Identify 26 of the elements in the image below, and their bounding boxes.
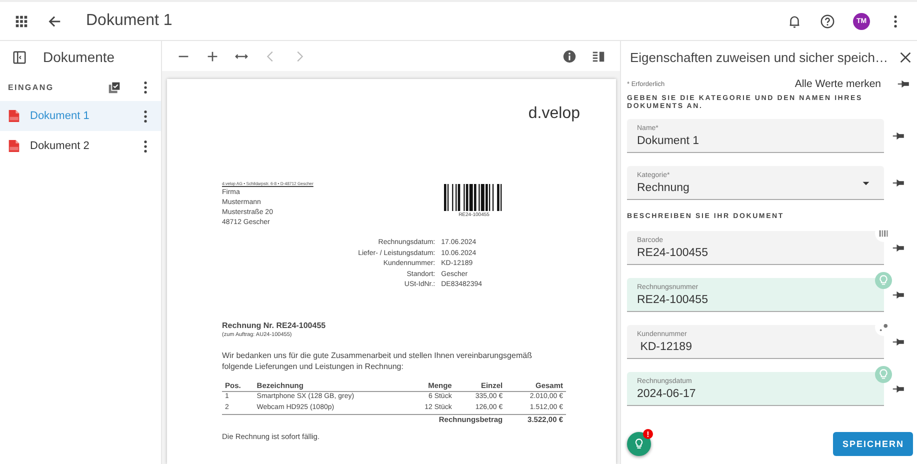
save-button[interactable]: SPEICHERN bbox=[833, 432, 913, 456]
document-list-item[interactable]: Dokument 2 bbox=[0, 131, 161, 161]
alert-badge: ! bbox=[643, 429, 653, 439]
info-icon[interactable] bbox=[562, 48, 577, 64]
lightbulb-badge-icon bbox=[875, 272, 892, 289]
panel-title: Eigenschaften zuweisen und sicher speich… bbox=[630, 50, 888, 64]
bell-icon[interactable] bbox=[787, 14, 802, 28]
help-icon[interactable] bbox=[820, 14, 835, 28]
apps-grid-icon[interactable] bbox=[14, 14, 29, 28]
sidebar-toggle-icon[interactable] bbox=[12, 50, 27, 64]
page-title: Dokument 1 bbox=[86, 12, 172, 30]
back-arrow-icon[interactable] bbox=[47, 14, 62, 28]
sidebar-title: Dokumente bbox=[43, 49, 115, 65]
pdf-file-icon bbox=[8, 108, 20, 124]
intro-paragraph: Wir bedanken uns für die gute Zusammenarbeit und stellen Ihnen vereinbarungsgemäß folgende Lieferungen und Leistungen in Rechnung: bbox=[222, 350, 533, 372]
lightbulb-badge-icon bbox=[875, 366, 892, 383]
invoice-title: Rechnung Nr. RE24-100455 bbox=[222, 320, 327, 330]
barcode-drawing bbox=[444, 184, 504, 211]
dropdown-caret-icon[interactable] bbox=[862, 181, 870, 186]
suggestions-fab[interactable] bbox=[627, 432, 651, 456]
select-all-icon[interactable] bbox=[107, 80, 122, 94]
section-label: EINGANG bbox=[8, 82, 54, 92]
company-logo: d.velop bbox=[528, 105, 580, 123]
remember-all-label[interactable]: Alle Werte merken bbox=[794, 78, 881, 90]
close-icon[interactable] bbox=[898, 50, 913, 64]
pdf-file-icon bbox=[8, 138, 20, 154]
